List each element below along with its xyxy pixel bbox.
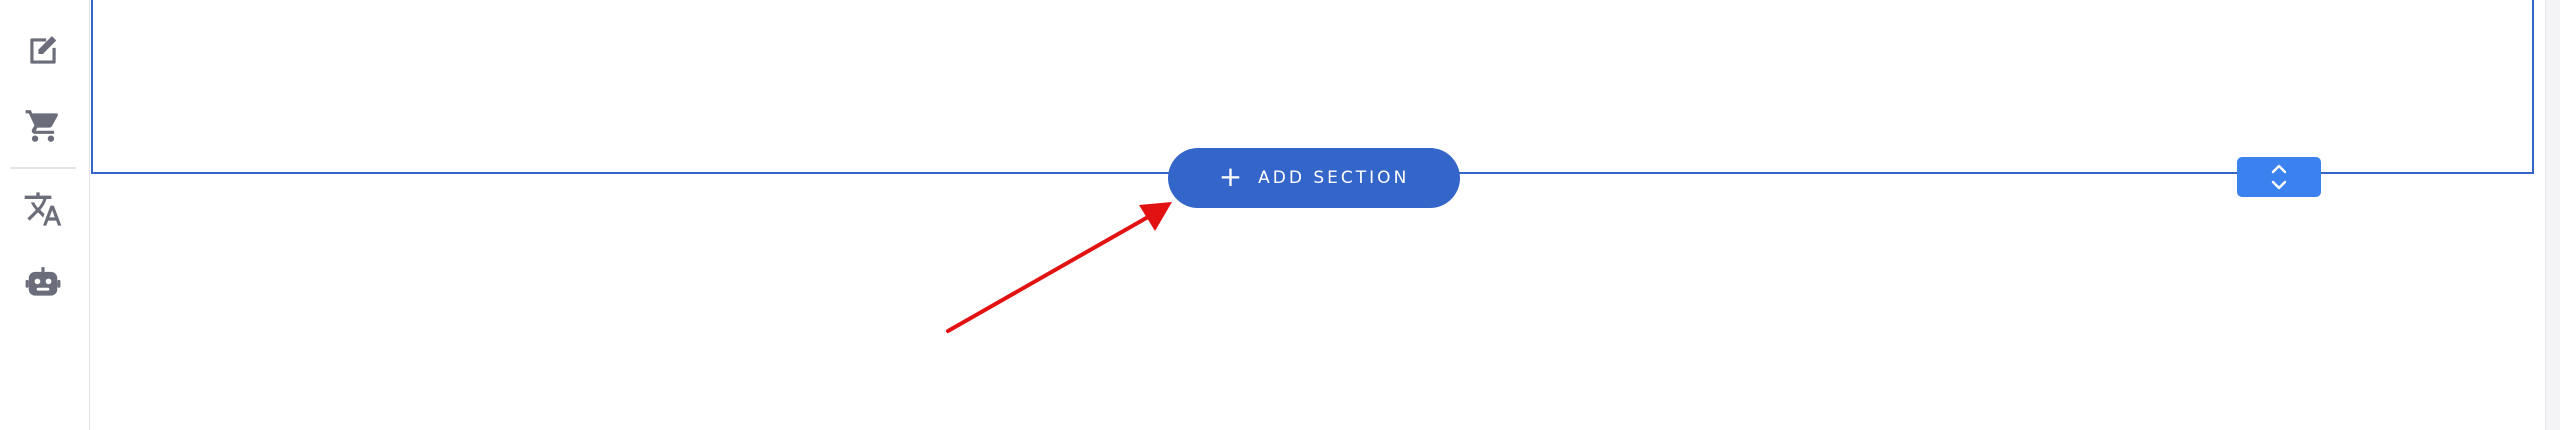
toolbar-divider	[10, 167, 76, 169]
plus-icon: +	[1218, 159, 1243, 193]
translate-button[interactable]	[20, 186, 66, 232]
cart-button[interactable]	[20, 103, 66, 149]
robot-icon	[25, 267, 61, 296]
edit-note-icon	[30, 36, 57, 64]
section-move-handle[interactable]	[2237, 157, 2321, 197]
edit-button[interactable]	[20, 28, 66, 74]
scrollbar[interactable]	[2545, 0, 2560, 430]
add-section-label: ADD SECTION	[1258, 168, 1410, 188]
ai-assistant-button[interactable]	[20, 260, 66, 306]
cart-icon	[25, 110, 58, 142]
translate-icon	[24, 192, 62, 226]
editor-app: + ADD SECTION	[0, 0, 2560, 430]
page-canvas	[90, 0, 2560, 430]
chevron-up-down-icon	[2271, 164, 2287, 190]
left-toolbar	[0, 0, 90, 430]
add-section-button[interactable]: + ADD SECTION	[1168, 148, 1460, 208]
